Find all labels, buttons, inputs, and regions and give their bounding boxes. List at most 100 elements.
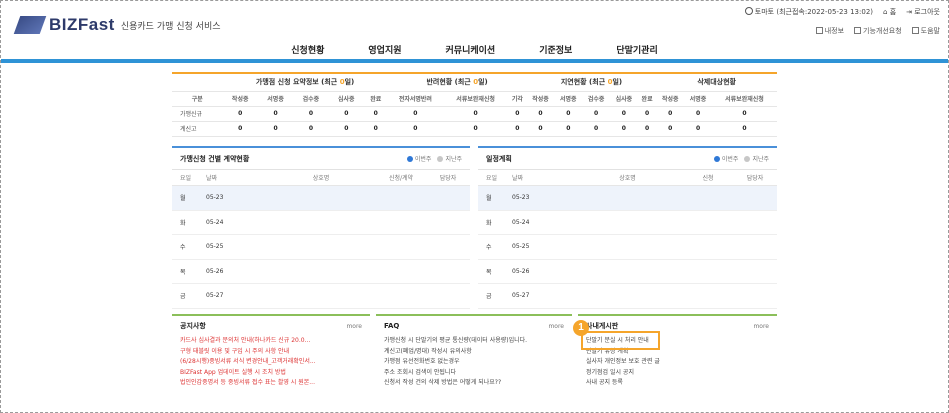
count-cell[interactable]: 0 xyxy=(328,121,364,137)
board-title: 공지사항 xyxy=(180,322,206,330)
count-cell[interactable]: 0 xyxy=(656,121,685,137)
column-header: 작성중 xyxy=(222,91,258,107)
count-cell[interactable]: 0 xyxy=(711,106,777,122)
count-cell[interactable]: 0 xyxy=(684,121,712,137)
summary-table: 가맹점 신청 요약정보 (최근 0일) 반려현황 (최근 0일) 지연현황 (최… xyxy=(172,74,777,137)
board-item[interactable]: (6/28시행)중빙서류 서식 변경안내_고객거래확인서... xyxy=(180,357,362,368)
count-cell[interactable]: 0 xyxy=(508,121,527,137)
more-link[interactable]: more xyxy=(346,323,362,330)
count-cell[interactable]: 0 xyxy=(526,106,555,122)
count-cell[interactable]: 0 xyxy=(443,121,509,137)
table-row: 계신고 0 0 0 0 0 0 0 0 0 0 0 0 0 0 0 0 xyxy=(172,121,777,137)
count-cell[interactable]: 0 xyxy=(387,106,444,122)
board-item[interactable]: 가맹점 유선전화번호 없는경우 xyxy=(384,357,564,368)
nav-item[interactable]: 신청현황 xyxy=(291,43,324,56)
count-cell[interactable]: 0 xyxy=(610,106,638,122)
list-item[interactable]: 금 05-27 xyxy=(172,284,470,309)
column-header: 심사중 xyxy=(610,91,638,107)
list-item[interactable]: 화 05-24 xyxy=(172,211,470,235)
count-cell[interactable]: 0 xyxy=(610,121,638,137)
radio-last-week[interactable]: 지난주 xyxy=(437,154,462,163)
column-header: 완료 xyxy=(637,91,657,107)
column-header: 작성중 xyxy=(656,91,685,107)
board-title: 사내게시판 xyxy=(586,322,619,330)
column-header: 서류보완재신청 xyxy=(443,91,509,107)
count-cell[interactable]: 0 xyxy=(656,106,685,122)
row-label: 계신고 xyxy=(172,121,223,137)
list-item[interactable]: 월 05-23 xyxy=(172,186,470,211)
count-cell[interactable]: 0 xyxy=(443,106,509,122)
list-item[interactable]: 목 05-26 xyxy=(172,260,470,284)
list-item[interactable]: 수 05-25 xyxy=(478,235,777,260)
summary-panel: 가맹점 신청 요약정보 (최근 0일) 반려현황 (최근 0일) 지연현황 (최… xyxy=(172,72,777,137)
nav-item[interactable]: 영업지원 xyxy=(368,43,401,56)
column-header: 완료 xyxy=(363,91,388,107)
home-link[interactable]: ⌂ 홈 xyxy=(883,7,896,17)
column-header: 작성중 xyxy=(526,91,555,107)
radio-this-week[interactable]: 이번주 xyxy=(713,154,738,163)
count-cell[interactable]: 0 xyxy=(526,121,555,137)
column-header: 기각 xyxy=(508,91,527,107)
board-item[interactable]: 사내 공지 등록 xyxy=(586,378,769,389)
board-item[interactable]: 주소 조회시 검색이 안됩니다 xyxy=(384,368,564,379)
table-row: 가맹신규 0 0 0 0 0 0 0 0 0 0 0 0 0 0 0 0 xyxy=(172,106,777,122)
more-link[interactable]: more xyxy=(753,323,769,330)
board-item[interactable]: BIZFast App 업데이트 실행 시 조치 방법 xyxy=(180,368,362,379)
column-header: 서명중 xyxy=(257,91,294,107)
count-cell[interactable]: 0 xyxy=(508,106,527,122)
board-item[interactable]: 신청서 작성 건의 삭제 방법은 어떻게 되나요?? xyxy=(384,378,564,389)
help-link[interactable]: 도움말 xyxy=(911,26,940,36)
myinfo-icon xyxy=(815,27,823,34)
request-icon xyxy=(854,27,862,34)
board-item[interactable]: 실사자 개인정보 보호 관련 글 xyxy=(586,357,769,368)
count-cell[interactable]: 0 xyxy=(222,106,258,122)
radio-this-week[interactable]: 이번주 xyxy=(406,154,431,163)
list-item[interactable]: 목 05-26 xyxy=(478,260,777,284)
list-item[interactable]: 수 05-25 xyxy=(172,235,470,260)
logout-link[interactable]: ⇥ 로그아웃 xyxy=(906,7,940,17)
group-header: 삭제대상현황 xyxy=(656,74,777,92)
count-cell[interactable]: 0 xyxy=(363,121,388,137)
board-item[interactable]: 카드사 심사결과 문의처 안내(하나카드 신규 20.0... xyxy=(180,336,362,347)
count-cell[interactable]: 0 xyxy=(387,121,444,137)
radio-last-week[interactable]: 지난주 xyxy=(744,154,769,163)
nav-item[interactable]: 단말기관리 xyxy=(616,43,657,56)
board-item[interactable]: 정기점검 일시 공지 xyxy=(586,368,769,379)
request-link[interactable]: 기능개선요청 xyxy=(854,26,902,36)
count-cell[interactable]: 0 xyxy=(554,106,583,122)
count-cell[interactable]: 0 xyxy=(684,106,712,122)
count-cell[interactable]: 0 xyxy=(293,106,329,122)
list-item[interactable]: 화 05-24 xyxy=(478,211,777,235)
count-cell[interactable]: 0 xyxy=(582,121,610,137)
count-cell[interactable]: 0 xyxy=(293,121,329,137)
myinfo-link[interactable]: 내정보 xyxy=(815,26,844,36)
more-link[interactable]: more xyxy=(548,323,564,330)
list-item[interactable]: 월 05-23 xyxy=(478,186,777,211)
column-header: 검수중 xyxy=(582,91,610,107)
nav-item[interactable]: 기준정보 xyxy=(539,43,572,56)
panel-title: 일정계획 xyxy=(486,154,512,163)
board-item[interactable]: 가맹신청 시 단말기의 평균 통신량(데이터 사용량)입니다. xyxy=(384,336,564,347)
count-cell[interactable]: 0 xyxy=(257,121,294,137)
column-header: 전자서명반려 xyxy=(387,91,444,107)
count-cell[interactable]: 0 xyxy=(222,121,258,137)
list-item[interactable]: 금 05-27 xyxy=(478,284,777,309)
count-cell[interactable]: 0 xyxy=(637,106,657,122)
count-cell[interactable]: 0 xyxy=(711,121,777,137)
count-cell[interactable]: 0 xyxy=(363,106,388,122)
count-cell[interactable]: 0 xyxy=(328,106,364,122)
board-title: FAQ xyxy=(384,322,400,330)
board-item[interactable]: 구형 태블릿 이용 및 구입 시 주의 사항 안내 xyxy=(180,347,362,358)
board-item[interactable]: 법인인감중명서 등 중빙서류 접수 표는 촬영 시 원본... xyxy=(180,378,362,389)
nav-item[interactable]: 커뮤니케이션 xyxy=(446,43,496,56)
user-info: 토마토 (최근접속:2022-05-23 13:02) xyxy=(744,7,873,17)
count-cell[interactable]: 0 xyxy=(582,106,610,122)
count-cell[interactable]: 0 xyxy=(637,121,657,137)
board-item[interactable]: 계신고(폐업/명대) 작성시 유의사항 xyxy=(384,347,564,358)
utility-bar: 토마토 (최근접속:2022-05-23 13:02) ⌂ 홈 ⇥ 로그아웃 xyxy=(744,7,940,17)
count-cell[interactable]: 0 xyxy=(257,106,294,122)
logo[interactable]: BIZFast 신용카드 가맹 신청 서비스 xyxy=(13,15,221,35)
schedule-panel: 일정계획 이번주 지난주 요일 날짜 상호명 신청 담당자 월 05-23 화 05-24 수 0… xyxy=(478,146,777,309)
column-header: 서류보완재신청 xyxy=(711,91,777,107)
count-cell[interactable]: 0 xyxy=(554,121,583,137)
